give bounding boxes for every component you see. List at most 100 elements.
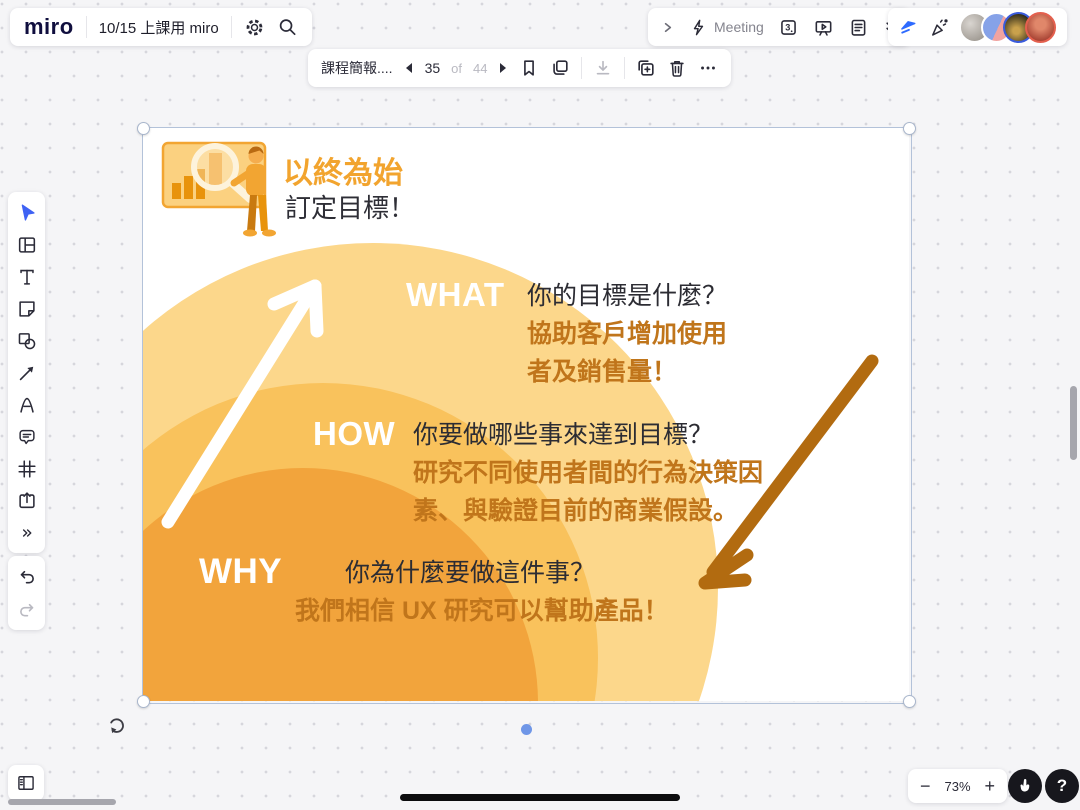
comment-tool[interactable] bbox=[8, 421, 45, 452]
board-title[interactable]: 10/15 上課用 miro bbox=[99, 17, 219, 38]
presence-dot bbox=[521, 724, 532, 735]
more-tools[interactable] bbox=[8, 517, 45, 548]
download-icon bbox=[593, 58, 613, 78]
what-answer-line2: 者及銷售量！ bbox=[527, 360, 677, 385]
notes-button[interactable] bbox=[848, 17, 869, 38]
resize-handle-bottom-right[interactable] bbox=[903, 695, 916, 708]
templates-icon bbox=[16, 234, 38, 256]
laser-pointer-button[interactable] bbox=[899, 17, 920, 38]
section-label-what: WHAT bbox=[406, 278, 505, 311]
undo-icon bbox=[17, 567, 37, 587]
collapse-toolbar-button[interactable] bbox=[660, 20, 675, 35]
present-button[interactable] bbox=[813, 17, 834, 38]
templates-tool[interactable] bbox=[8, 229, 45, 260]
pages-button[interactable] bbox=[550, 58, 570, 78]
rotate-icon[interactable] bbox=[104, 714, 128, 738]
white-up-arrow bbox=[168, 286, 317, 522]
divider bbox=[86, 16, 87, 38]
zoom-out-button[interactable]: − bbox=[920, 777, 931, 795]
meeting-button[interactable]: Meeting bbox=[689, 18, 764, 37]
gear-icon bbox=[244, 17, 265, 38]
select-tool[interactable] bbox=[8, 197, 45, 228]
how-answer-line2: 素、與驗證目前的商業假設。 bbox=[413, 499, 738, 524]
divider bbox=[581, 57, 582, 79]
zoom-level[interactable]: 73% bbox=[945, 779, 971, 794]
arrow-icon bbox=[16, 362, 38, 384]
prev-page-icon bbox=[404, 62, 414, 74]
history-toolbar bbox=[8, 556, 45, 630]
frame-toolbar: 課程簡報.... 35 of 44 bbox=[308, 49, 731, 87]
why-answer-line1: 我們相信 UX 研究可以幫助產品！ bbox=[295, 599, 669, 624]
slide-subtitle: 訂定目標！ bbox=[285, 188, 415, 225]
vertical-scrollbar[interactable] bbox=[1070, 386, 1077, 460]
connection-line-tool[interactable] bbox=[8, 357, 45, 388]
chevron-right-icon bbox=[660, 20, 675, 35]
reactions-button[interactable] bbox=[929, 17, 950, 38]
upload-tool[interactable] bbox=[8, 485, 45, 516]
meeting-toolbar: Meeting 3 bbox=[648, 8, 910, 46]
avatar-stack bbox=[959, 12, 1056, 43]
frame-tool[interactable] bbox=[8, 453, 45, 484]
zoom-controls: − 73% + bbox=[908, 769, 1007, 803]
next-page-button[interactable] bbox=[498, 62, 508, 74]
how-question: 你要做哪些事來達到目標？ bbox=[413, 423, 713, 448]
avatar-current-user[interactable] bbox=[1025, 12, 1056, 43]
prev-page-button[interactable] bbox=[404, 62, 414, 74]
meeting-label: Meeting bbox=[714, 19, 764, 35]
text-tool[interactable] bbox=[8, 261, 45, 292]
settings-button[interactable] bbox=[244, 17, 265, 38]
frames-panel-icon bbox=[16, 773, 36, 793]
pen-tool[interactable] bbox=[8, 389, 45, 420]
section-label-how: HOW bbox=[313, 417, 395, 450]
frame-icon bbox=[16, 458, 38, 480]
frame-name[interactable]: 課程簡報.... bbox=[321, 58, 393, 78]
svg-text:3: 3 bbox=[785, 22, 790, 32]
laser-pointer-icon bbox=[899, 17, 920, 38]
what-answer-line1: 協助客戶增加使用 bbox=[527, 322, 727, 347]
research-illustration bbox=[157, 133, 292, 248]
duplicate-icon bbox=[636, 58, 656, 78]
divider bbox=[624, 57, 625, 79]
resize-handle-bottom-left[interactable] bbox=[137, 695, 150, 708]
text-icon bbox=[16, 266, 38, 288]
more-tools-icon bbox=[18, 524, 36, 542]
shapes-tool[interactable] bbox=[8, 325, 45, 356]
pages-icon bbox=[550, 58, 570, 78]
redo-button[interactable] bbox=[8, 594, 45, 625]
undo-button[interactable] bbox=[8, 561, 45, 592]
more-options-button[interactable] bbox=[698, 58, 718, 78]
redo-icon bbox=[17, 600, 37, 620]
horizontal-scrollbar[interactable] bbox=[8, 799, 116, 805]
divider bbox=[231, 16, 232, 38]
follow-mode-button[interactable] bbox=[1008, 769, 1042, 803]
search-button[interactable] bbox=[277, 17, 298, 38]
slide-frame[interactable]: 以終為始 訂定目標！ WHAT 你的目標是什麼？ 協助客戶增加使用 者及銷售量！… bbox=[143, 128, 909, 701]
sticky-note-icon bbox=[16, 298, 38, 320]
calendar-button[interactable]: 3 bbox=[778, 17, 799, 38]
zoom-in-button[interactable]: + bbox=[985, 777, 996, 795]
miro-board-app: { "header": { "logo": "miro", "board_tit… bbox=[0, 0, 1080, 810]
bookmark-icon bbox=[519, 58, 539, 78]
miro-logo[interactable]: miro bbox=[24, 16, 74, 38]
shapes-icon bbox=[16, 330, 38, 352]
upload-icon bbox=[16, 490, 38, 512]
delete-button[interactable] bbox=[667, 58, 687, 78]
hand-icon bbox=[1016, 777, 1034, 795]
resize-handle-top-right[interactable] bbox=[903, 122, 916, 135]
slide-title: 以終為始 bbox=[283, 148, 403, 192]
why-question: 你為什麼要做這件事？ bbox=[345, 561, 595, 586]
help-label: ? bbox=[1057, 776, 1067, 796]
notes-icon bbox=[848, 17, 869, 38]
sticky-note-tool[interactable] bbox=[8, 293, 45, 324]
how-answer-line1: 研究不同使用者間的行為決策因 bbox=[413, 461, 763, 486]
pen-icon bbox=[16, 394, 38, 416]
resize-handle-top-left[interactable] bbox=[137, 122, 150, 135]
bookmark-button[interactable] bbox=[519, 58, 539, 78]
duplicate-button[interactable] bbox=[636, 58, 656, 78]
help-button[interactable]: ? bbox=[1045, 769, 1079, 803]
more-icon bbox=[698, 58, 718, 78]
download-button[interactable] bbox=[593, 58, 613, 78]
collaboration-bar bbox=[888, 8, 1067, 46]
frames-panel-button[interactable] bbox=[8, 765, 44, 801]
home-indicator bbox=[400, 794, 680, 801]
